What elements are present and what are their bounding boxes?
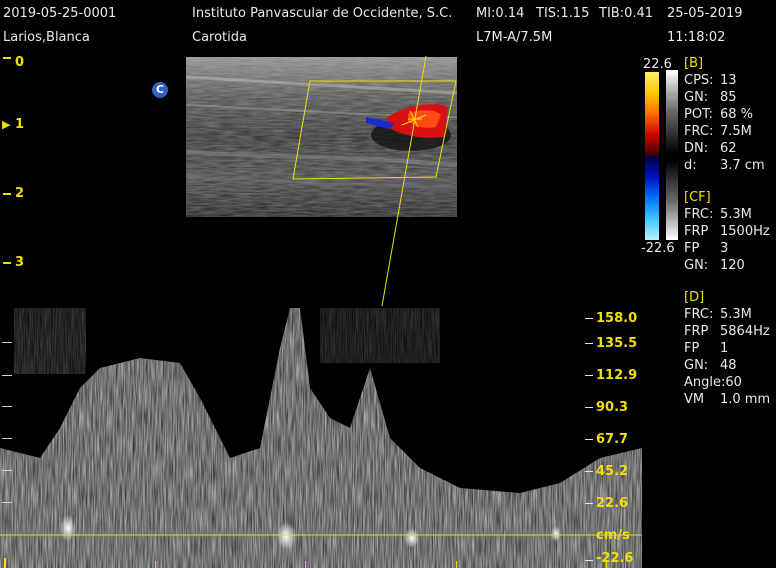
velocity-label: 135.5 <box>596 336 638 351</box>
cf-param-label: FRC: <box>684 207 714 222</box>
velocity-tick <box>585 471 593 472</box>
velocity-tick <box>585 560 593 561</box>
d-param-label: FP <box>684 341 700 356</box>
velocity-unit: cm/s <box>596 528 630 543</box>
velocity-tick <box>585 503 593 504</box>
spectral-left-tick <box>2 342 12 343</box>
b-param-value: 85 <box>720 90 737 105</box>
b-param-label: GN: <box>684 90 709 105</box>
velocity-label: 112.9 <box>596 368 638 383</box>
spectral-left-tick <box>2 406 12 407</box>
velocity-label: 22.6 <box>596 496 629 511</box>
velocity-label: 67.7 <box>596 432 629 447</box>
d-param-label: FRC: <box>684 307 714 322</box>
b-param-label: FRC: <box>684 124 714 139</box>
d-param-value: 1.0 mm <box>720 392 771 407</box>
b-param-label: DN: <box>684 141 709 156</box>
d-param-value: 5864Hz <box>720 324 770 339</box>
gray-bar-top <box>666 70 678 154</box>
velocity-tick <box>585 343 593 344</box>
d-param-label: Angle:60 <box>684 375 742 390</box>
velocity-tick <box>585 407 593 408</box>
time-tick <box>4 558 6 568</box>
cf-param-value: 1500Hz <box>720 224 770 239</box>
velocity-label: 45.2 <box>596 464 629 479</box>
velocity-tick <box>585 318 593 319</box>
b-param-value: 3.7 cm <box>720 158 765 173</box>
cf-param-label: GN: <box>684 258 709 273</box>
spectral-left-tick <box>2 375 12 376</box>
cf-params-title: [CF] <box>684 190 711 205</box>
spectral-left-tick <box>2 502 12 503</box>
cf-param-label: FP <box>684 241 700 256</box>
velocity-label: -22.6 <box>596 551 634 566</box>
b-param-label: CPS: <box>684 73 714 88</box>
spectral-svg <box>0 308 642 568</box>
d-param-value: 48 <box>720 358 737 373</box>
time-tick <box>155 561 156 568</box>
b-params-title: [B] <box>684 56 704 71</box>
color-bar-negative <box>645 156 659 240</box>
cf-param-value: 3 <box>720 241 729 256</box>
velocity-tick <box>585 375 593 376</box>
d-param-value: 1 <box>720 341 729 356</box>
d-param-value: 5.3M <box>720 307 752 322</box>
gray-bar-bottom <box>666 160 678 240</box>
time-tick <box>606 561 607 568</box>
time-tick <box>305 561 306 568</box>
spectral-left-tick <box>2 470 12 471</box>
b-param-value: 7.5M <box>720 124 752 139</box>
b-param-label: d: <box>684 158 697 173</box>
color-bar-positive <box>645 72 659 156</box>
cf-param-value: 5.3M <box>720 207 752 222</box>
velocity-tick <box>585 439 593 440</box>
d-params-title: [D] <box>684 290 705 305</box>
spectral-left-tick <box>2 438 12 439</box>
cf-param-value: 120 <box>720 258 745 273</box>
b-param-value: 62 <box>720 141 737 156</box>
velocity-label: 158.0 <box>596 311 638 326</box>
d-param-label: VM <box>684 392 705 407</box>
velocity-label: 90.3 <box>596 400 629 415</box>
b-param-value: 68 % <box>720 107 754 122</box>
color-scale-bottom: -22.6 <box>641 241 675 256</box>
b-param-label: POT: <box>684 107 713 122</box>
b-param-value: 13 <box>720 73 737 88</box>
time-tick <box>456 561 457 568</box>
d-param-label: GN: <box>684 358 709 373</box>
spectral-doppler-display[interactable] <box>0 308 642 568</box>
d-param-label: FRP <box>684 324 709 339</box>
cf-param-label: FRP <box>684 224 709 239</box>
